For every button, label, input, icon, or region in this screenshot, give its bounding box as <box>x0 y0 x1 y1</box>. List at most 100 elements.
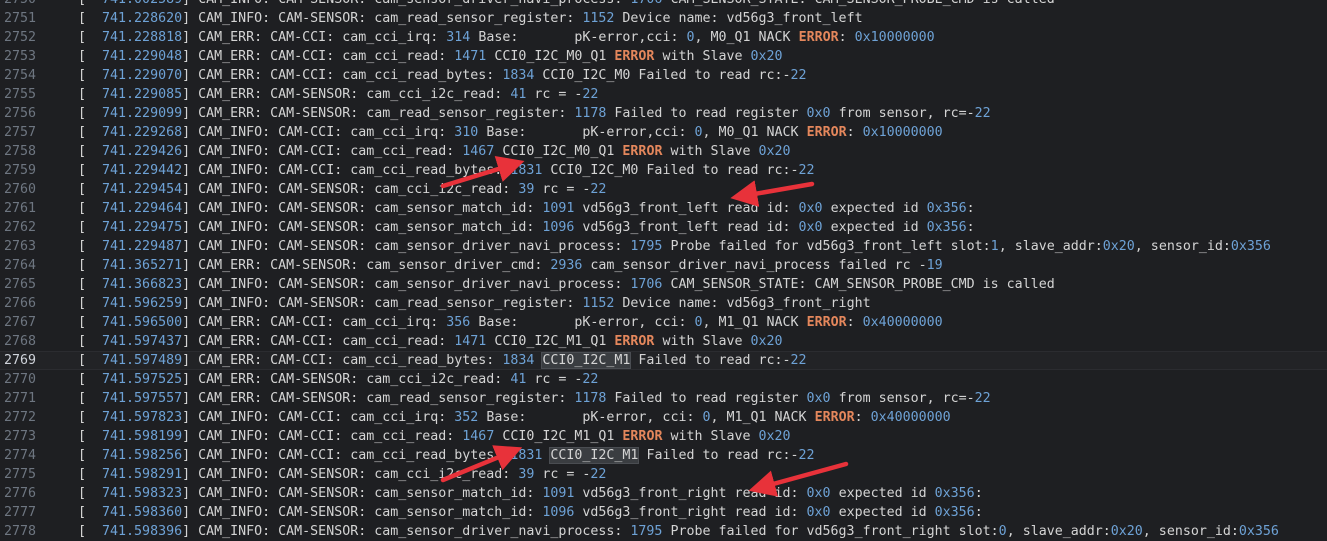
number-token: 22 <box>582 372 599 387</box>
text-token: [ <box>78 296 103 311</box>
log-line[interactable]: 2753 [ 741.229048] CAM_ERR: CAM-CCI: cam_… <box>0 47 1327 66</box>
text-token: Base: pK-error, cci: <box>470 315 695 330</box>
log-text: [ 741.597823] CAM_INFO: CAM-CCI: cam_cci… <box>78 408 951 427</box>
number-token: 741.597525 <box>102 372 183 387</box>
log-text: [ 741.229442] CAM_INFO: CAM-CCI: cam_cci… <box>78 161 815 180</box>
log-line-current[interactable]: 2769 [ 741.597489] CAM_ERR: CAM-CCI: cam_… <box>0 351 1327 370</box>
log-line[interactable]: 2756 [ 741.229099] CAM_ERR: CAM-SENSOR: c… <box>0 104 1327 123</box>
number-token: 741.365271 <box>102 258 183 273</box>
text-token: rc = - <box>526 372 583 387</box>
number-token: 356 <box>446 315 471 330</box>
log-line[interactable]: 2761 [ 741.229464] CAM_INFO: CAM-SENSOR: … <box>0 199 1327 218</box>
log-line[interactable]: 2776 [ 741.598323] CAM_INFO: CAM-SENSOR: … <box>0 484 1327 503</box>
log-text: [ 741.598256] CAM_INFO: CAM-CCI: cam_cci… <box>78 446 815 465</box>
line-number: 2778 <box>4 524 37 539</box>
text-token: [ <box>78 429 103 444</box>
text-token: ] CAM_INFO: CAM-CCI: cam_cci_irq: <box>182 410 455 425</box>
error-keyword: ERROR <box>806 125 847 140</box>
number-token: 741.229464 <box>102 201 183 216</box>
text-token: ] CAM_INFO: CAM-SENSOR: cam_sensor_match… <box>182 486 543 501</box>
number-token: 314 <box>446 30 471 45</box>
number-token: 22 <box>790 353 807 368</box>
line-number: 2751 <box>4 11 37 26</box>
log-line[interactable]: 2752 [ 741.228818] CAM_ERR: CAM-CCI: cam_… <box>0 28 1327 47</box>
line-number: 2775 <box>4 467 37 482</box>
log-line[interactable]: 2760 [ 741.229454] CAM_INFO: CAM-SENSOR: … <box>0 180 1327 199</box>
line-number: 2754 <box>4 68 37 83</box>
log-line[interactable]: 2766 [ 741.596259] CAM_INFO: CAM-SENSOR: … <box>0 294 1327 313</box>
line-number: 2750 <box>0 0 66 9</box>
text-token: [ <box>78 258 103 273</box>
log-text: [ 741.366823] CAM_INFO: CAM-SENSOR: cam_… <box>78 275 1055 294</box>
text-token: , M0_Q1 NACK <box>694 30 799 45</box>
line-number: 2774 <box>4 448 37 463</box>
text-token: expected id <box>830 505 935 520</box>
number-token: 0x356 <box>926 220 967 235</box>
error-keyword: ERROR <box>622 429 663 444</box>
text-token: [ <box>78 201 103 216</box>
log-line[interactable]: 2770 [ 741.597525] CAM_ERR: CAM-SENSOR: c… <box>0 370 1327 389</box>
log-line[interactable]: 2768 [ 741.597437] CAM_ERR: CAM-CCI: cam_… <box>0 332 1327 351</box>
log-text: [ 741.597489] CAM_ERR: CAM-CCI: cam_cci_… <box>78 351 807 370</box>
text-token: ] CAM_ERR: CAM-CCI: cam_cci_irq: <box>182 315 447 330</box>
log-text: [ 741.229426] CAM_INFO: CAM-CCI: cam_cci… <box>78 142 791 161</box>
number-token: 741.597489 <box>102 353 183 368</box>
log-line[interactable]: 2758 [ 741.229426] CAM_INFO: CAM-CCI: cam… <box>0 142 1327 161</box>
log-line[interactable]: 2767 [ 741.596500] CAM_ERR: CAM-CCI: cam_… <box>0 313 1327 332</box>
text-token: cam_sensor_driver_navi_process failed rc… <box>582 258 927 273</box>
log-line[interactable]: 2778 [ 741.598396] CAM_INFO: CAM-SENSOR: … <box>0 522 1327 541</box>
log-line[interactable]: 2763 [ 741.229487] CAM_INFO: CAM-SENSOR: … <box>0 237 1327 256</box>
line-number: 2762 <box>4 220 37 235</box>
number-token: 1091 <box>542 201 575 216</box>
log-line[interactable]: 2765 [ 741.366823] CAM_INFO: CAM-SENSOR: … <box>0 275 1327 294</box>
log-line[interactable]: 2762 [ 741.229475] CAM_INFO: CAM-SENSOR: … <box>0 218 1327 237</box>
text-token: CCI0_I2C_M0 Failed to read rc:- <box>542 163 799 178</box>
number-token: 0x20 <box>758 429 791 444</box>
log-editor[interactable]: 2750[ 741.002589] CAM_INFO: CAM-SENSOR: … <box>0 0 1327 541</box>
log-line[interactable]: 2754 [ 741.229070] CAM_ERR: CAM-CCI: cam_… <box>0 66 1327 85</box>
text-token: [ <box>78 0 102 7</box>
number-token: 1834 <box>502 353 535 368</box>
log-line[interactable]: 2764 [ 741.365271] CAM_ERR: CAM-SENSOR: c… <box>0 256 1327 275</box>
log-text: [ 741.228620] CAM_INFO: CAM-SENSOR: cam_… <box>78 9 863 28</box>
error-keyword: ERROR <box>814 410 855 425</box>
log-line[interactable]: 2757 [ 741.229268] CAM_INFO: CAM-CCI: cam… <box>0 123 1327 142</box>
log-line[interactable]: 2773 [ 741.598199] CAM_INFO: CAM-CCI: cam… <box>0 427 1327 446</box>
log-line[interactable]: 2759 [ 741.229442] CAM_INFO: CAM-CCI: cam… <box>0 161 1327 180</box>
number-token: 741.597557 <box>102 391 183 406</box>
log-line[interactable]: 2751 [ 741.228620] CAM_INFO: CAM-SENSOR: … <box>0 9 1327 28</box>
number-token: 0x356 <box>934 486 975 501</box>
log-text: [ 741.598199] CAM_INFO: CAM-CCI: cam_cci… <box>78 427 791 446</box>
number-token: 0x0 <box>806 486 831 501</box>
text-token: ] CAM_INFO: CAM-CCI: cam_cci_read: <box>182 429 463 444</box>
log-text: [ 741.596259] CAM_INFO: CAM-SENSOR: cam_… <box>78 294 871 313</box>
text-token: : <box>838 30 855 45</box>
search-highlight: CCI0_I2C_M1 <box>541 352 632 369</box>
log-line[interactable]: 2771 [ 741.597557] CAM_ERR: CAM-SENSOR: c… <box>0 389 1327 408</box>
text-token: from sensor, rc=- <box>830 106 975 121</box>
text-token: ] CAM_ERR: CAM-SENSOR: cam_sensor_driver… <box>182 258 551 273</box>
text-token: ] CAM_INFO: CAM-CCI: cam_cci_read_bytes: <box>182 448 511 463</box>
number-token: 741.229070 <box>102 68 183 83</box>
number-token: 741.596500 <box>102 315 183 330</box>
log-line[interactable]: 2774 [ 741.598256] CAM_INFO: CAM-CCI: cam… <box>0 446 1327 465</box>
text-token: ] CAM_ERR: CAM-CCI: cam_cci_read_bytes: <box>182 68 503 83</box>
number-token: 741.228818 <box>102 30 183 45</box>
log-line[interactable]: 2772 [ 741.597823] CAM_INFO: CAM-CCI: cam… <box>0 408 1327 427</box>
line-number: 2757 <box>4 125 37 140</box>
line-number: 2773 <box>4 429 37 444</box>
text-token: expected id <box>830 486 935 501</box>
text-token: [ <box>78 106 103 121</box>
number-token: 741.598360 <box>102 505 183 520</box>
number-token: 22 <box>798 448 815 463</box>
line-number: 2755 <box>4 87 37 102</box>
log-line[interactable]: 2750 [ 741.002589] CAM_INFO: CAM-SENSOR: … <box>0 0 1327 9</box>
line-number: 2764 <box>4 258 37 273</box>
number-token: 1795 <box>630 239 663 254</box>
log-line[interactable]: 2777 [ 741.598360] CAM_INFO: CAM-SENSOR: … <box>0 503 1327 522</box>
log-line[interactable]: 2775 [ 741.598291] CAM_INFO: CAM-SENSOR: … <box>0 465 1327 484</box>
text-token: CCI0_I2C_M0 Failed to read rc:- <box>534 68 791 83</box>
log-text: [ 741.598396] CAM_INFO: CAM-SENSOR: cam_… <box>78 522 1279 541</box>
number-token: 0x0 <box>798 220 823 235</box>
log-line[interactable]: 2755 [ 741.229085] CAM_ERR: CAM-SENSOR: c… <box>0 85 1327 104</box>
